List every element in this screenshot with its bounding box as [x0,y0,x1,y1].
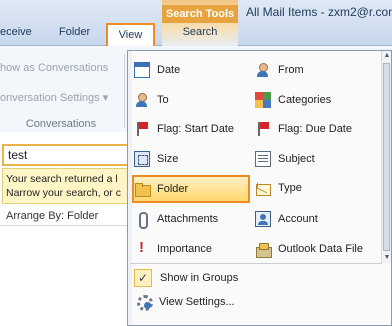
menu-item-flag-due-date[interactable]: Flag: Due Date [255,118,385,140]
arrangement-menu: Date From To Categories Flag: Start Date… [127,50,392,326]
show-in-groups-label: Show in Groups [160,272,239,284]
menu-item-folder[interactable]: Folder [132,175,250,203]
arrange-by-header[interactable]: Arrange By: Folder [0,208,135,226]
folder-icon [134,181,151,197]
tab-send-receive[interactable]: eceive [0,26,32,38]
menu-item-size[interactable]: Size [134,148,250,170]
menu-item-categories[interactable]: Categories [255,89,385,111]
search-tools-context-group: Search Tools Search [162,0,238,46]
menu-item-flag-start-date[interactable]: Flag: Start Date [134,118,250,140]
menu-item-label: Outlook Data File [278,243,363,255]
menu-item-label: To [157,94,169,106]
show-in-groups-toggle[interactable]: ✓ Show in Groups [134,266,384,290]
window-title: All Mail Items - zxm2@r.com [246,5,392,19]
context-group-title: Search Tools [162,5,238,23]
flag-icon [255,121,271,137]
menu-item-label: Account [278,213,318,225]
conversation-settings-button[interactable]: onversation Settings ▾ [0,91,108,104]
menu-item-label: Categories [278,94,332,106]
tab-folder[interactable]: Folder [59,26,90,38]
menu-item-label: Size [157,153,179,165]
info-line-1: Your search returned a l [6,173,118,185]
menu-item-date[interactable]: Date [134,59,250,81]
menu-scrollbar[interactable]: ▲ ▼ [381,51,391,263]
menu-item-to[interactable]: To [134,89,250,111]
search-info-bar[interactable]: Your search returned a l Narrow your sea… [2,168,135,204]
ribbon-group-separator [124,54,125,128]
info-line-2: Narrow your search, or c [6,187,121,199]
menu-item-label: Subject [278,153,315,165]
scroll-down-icon[interactable]: ▼ [382,253,392,263]
menu-item-subject[interactable]: Subject [255,148,385,170]
tab-view[interactable]: View [106,23,155,47]
scroll-thumb[interactable] [383,63,390,251]
menu-separator [130,263,382,264]
flag-icon [134,121,150,137]
categories-icon [255,92,271,108]
subject-icon [255,151,271,167]
menu-item-type[interactable]: Type [255,177,385,199]
menu-item-attachments[interactable]: Attachments [134,208,250,230]
menu-item-outlook-data-file[interactable]: Outlook Data File [255,238,385,260]
view-settings-label: View Settings... [159,296,235,308]
show-as-conversations-checkbox[interactable]: how as Conversations [0,62,108,74]
menu-item-label: Importance [157,243,213,255]
menu-item-label: Flag: Start Date [157,123,235,135]
mail-list-pane: test Your search returned a l Narrow you… [0,132,135,326]
menu-item-importance[interactable]: Importance [134,238,250,260]
size-icon [134,151,150,167]
importance-icon [134,239,150,257]
envelope-icon [255,180,271,196]
menu-item-label: From [278,64,304,76]
account-icon [255,211,271,227]
scroll-up-icon[interactable]: ▲ [382,51,392,61]
menu-item-label: Date [157,64,181,76]
paperclip-icon [134,211,150,229]
ribbon-tab-strip: eceive Folder View Search Tools Search A… [0,0,392,47]
checkmark-icon: ✓ [134,269,152,287]
menu-item-label: Attachments [157,213,219,225]
person-icon [134,92,150,108]
person-icon [255,62,271,78]
instant-search-input[interactable]: test [2,144,135,166]
data-file-icon [255,241,272,258]
calendar-icon [134,62,150,78]
menu-item-label: Folder [157,183,189,195]
menu-item-label: Type [278,182,302,194]
menu-item-account[interactable]: Account [255,208,385,230]
view-settings-icon [136,294,153,311]
conversations-group-label: Conversations [25,118,97,130]
tab-search[interactable]: Search [162,26,238,38]
menu-item-from[interactable]: From [255,59,385,81]
view-settings-item[interactable]: View Settings... [136,291,384,313]
menu-item-label: Flag: Due Date [278,123,352,135]
